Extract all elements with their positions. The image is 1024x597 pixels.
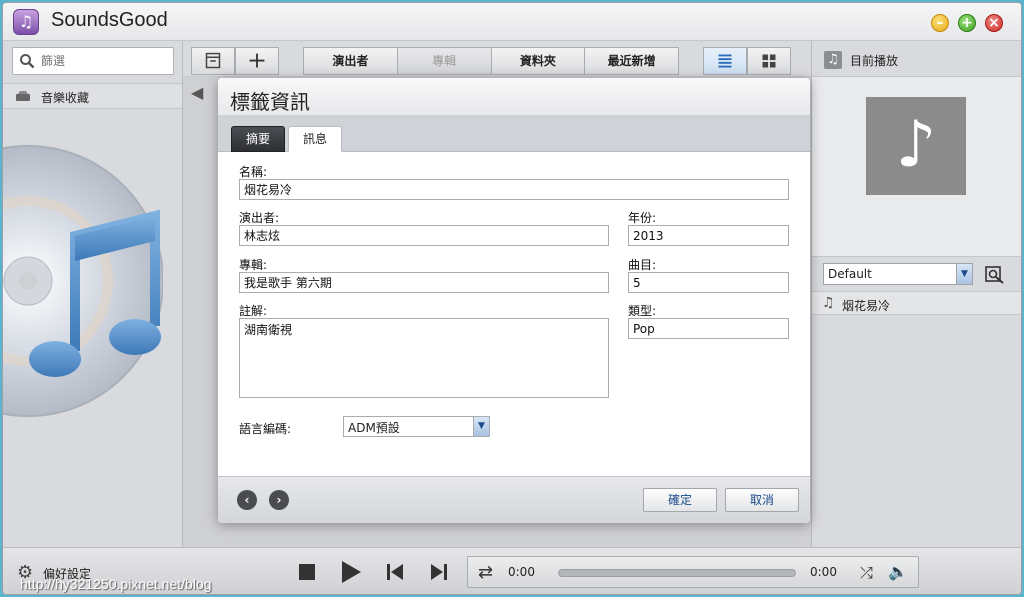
- volume-icon[interactable]: 🔈: [888, 562, 908, 581]
- list-view-button[interactable]: [703, 47, 747, 75]
- stop-icon[interactable]: [297, 562, 317, 582]
- music-disc-illustration: [3, 145, 163, 417]
- list-view-icon: [718, 54, 732, 68]
- sidebar-item-music-library[interactable]: 音樂收藏: [3, 83, 182, 109]
- chevron-down-icon[interactable]: ▼: [473, 417, 489, 436]
- cancel-button[interactable]: 取消: [725, 488, 799, 512]
- track-title: 烟花易冷: [842, 299, 891, 313]
- grid-view-button[interactable]: [747, 47, 791, 75]
- comment-field[interactable]: 湖南衛視: [239, 318, 609, 398]
- music-note-icon: ♫: [824, 51, 842, 69]
- genre-field[interactable]: [628, 318, 789, 339]
- play-icon[interactable]: [339, 560, 363, 584]
- playlist-select-value: Default: [828, 267, 872, 281]
- year-label: 年份:: [628, 211, 657, 225]
- artist-field[interactable]: [239, 225, 609, 246]
- tab-info[interactable]: 訊息: [288, 126, 343, 152]
- name-label: 名稱:: [239, 165, 268, 179]
- sidebar: 音樂收藏: [3, 41, 183, 547]
- search-icon: [20, 54, 35, 69]
- elapsed-time: 0:00: [508, 565, 535, 579]
- year-field[interactable]: [628, 225, 789, 246]
- comment-label: 註解:: [239, 304, 268, 318]
- next-item-icon[interactable]: ›: [269, 490, 289, 510]
- sidebar-item-label: 音樂收藏: [41, 91, 90, 105]
- dialog-title: 標籤資訊: [218, 78, 810, 116]
- playlist-track-row[interactable]: ♫ 烟花易冷: [812, 291, 1021, 315]
- album-field[interactable]: [239, 272, 609, 293]
- artist-label: 演出者:: [239, 211, 280, 225]
- tab-artists[interactable]: 演出者: [304, 48, 398, 74]
- dialog-tab-bar: 摘要 訊息: [218, 116, 810, 152]
- music-note-icon: ♫: [822, 295, 835, 311]
- filter-box: [12, 47, 174, 75]
- encoding-select-value: ADM預設: [348, 421, 400, 435]
- ok-button[interactable]: 確定: [643, 488, 717, 512]
- album-label: 專輯:: [239, 258, 268, 272]
- encoding-label: 語言編碼:: [239, 422, 292, 436]
- tag-form: 名稱: 演出者: 年份: 專輯: 曲目: 註解: 湖南衛視 類型: 語言編碼:: [218, 152, 810, 476]
- track-number-field[interactable]: [628, 272, 789, 293]
- progress-panel: ⇄ 0:00 0:00 ⤮ 🔈: [467, 556, 919, 588]
- browse-toolbar: 演出者 專輯 資料夾 最近新增: [183, 41, 811, 77]
- close-button[interactable]: ×: [985, 14, 1003, 32]
- app-logo-icon: ♫: [13, 9, 39, 35]
- dialog-footer: ‹ › 確定 取消: [218, 476, 810, 523]
- grid-view-icon: [762, 54, 776, 68]
- previous-track-icon[interactable]: [385, 562, 405, 582]
- next-track-icon[interactable]: [429, 562, 449, 582]
- chevron-down-icon[interactable]: ▼: [956, 264, 972, 284]
- tab-summary[interactable]: 摘要: [231, 126, 286, 152]
- repeat-icon[interactable]: ⇄: [478, 562, 493, 583]
- minimize-button[interactable]: –: [931, 14, 949, 32]
- seek-bar[interactable]: [558, 569, 796, 577]
- add-button[interactable]: [235, 47, 279, 75]
- edit-tags-button[interactable]: [191, 47, 235, 75]
- now-playing-header: ♫ 目前播放: [812, 41, 1021, 77]
- tag-info-icon: [205, 52, 221, 69]
- encoding-select[interactable]: ADM預設 ▼: [343, 416, 490, 437]
- plus-icon: [249, 53, 265, 68]
- filter-input[interactable]: [41, 52, 169, 70]
- genre-label: 類型:: [628, 304, 657, 318]
- album-art-area: ♪: [812, 77, 1021, 257]
- browse-tabs: 演出者 專輯 資料夾 最近新增: [303, 47, 679, 75]
- title-bar: ♫ SoundsGood – + ×: [3, 3, 1021, 41]
- now-playing-label: 目前播放: [850, 54, 899, 68]
- name-field[interactable]: [239, 179, 789, 200]
- album-art-placeholder-icon: ♪: [866, 97, 966, 195]
- tab-folders[interactable]: 資料夾: [492, 48, 586, 74]
- maximize-button[interactable]: +: [958, 14, 976, 32]
- drive-icon: [16, 91, 30, 101]
- now-playing-panel: ♫ 目前播放 ♪ Default ▼ ♫ 烟花易冷: [811, 41, 1021, 547]
- total-time: 0:00: [810, 565, 837, 579]
- track-number-label: 曲目:: [628, 258, 657, 272]
- tab-recently-added[interactable]: 最近新增: [585, 48, 678, 74]
- tag-info-dialog: 標籤資訊 摘要 訊息 名稱: 演出者: 年份: 專輯: 曲目: 註解: 湖南衛視…: [218, 78, 810, 523]
- app-window: ♫ SoundsGood – + × 音樂收藏: [2, 2, 1022, 595]
- shuffle-icon[interactable]: ⤮: [860, 563, 873, 583]
- watermark-text: http://hy321250.pixnet.net/blog: [20, 576, 212, 592]
- playlist-select[interactable]: Default ▼: [823, 263, 973, 285]
- back-arrow-icon[interactable]: ◀: [191, 83, 203, 102]
- previous-item-icon[interactable]: ‹: [237, 490, 257, 510]
- tab-albums[interactable]: 專輯: [397, 48, 492, 74]
- playlist-search-icon[interactable]: [984, 265, 1006, 285]
- app-title: SoundsGood: [51, 9, 168, 31]
